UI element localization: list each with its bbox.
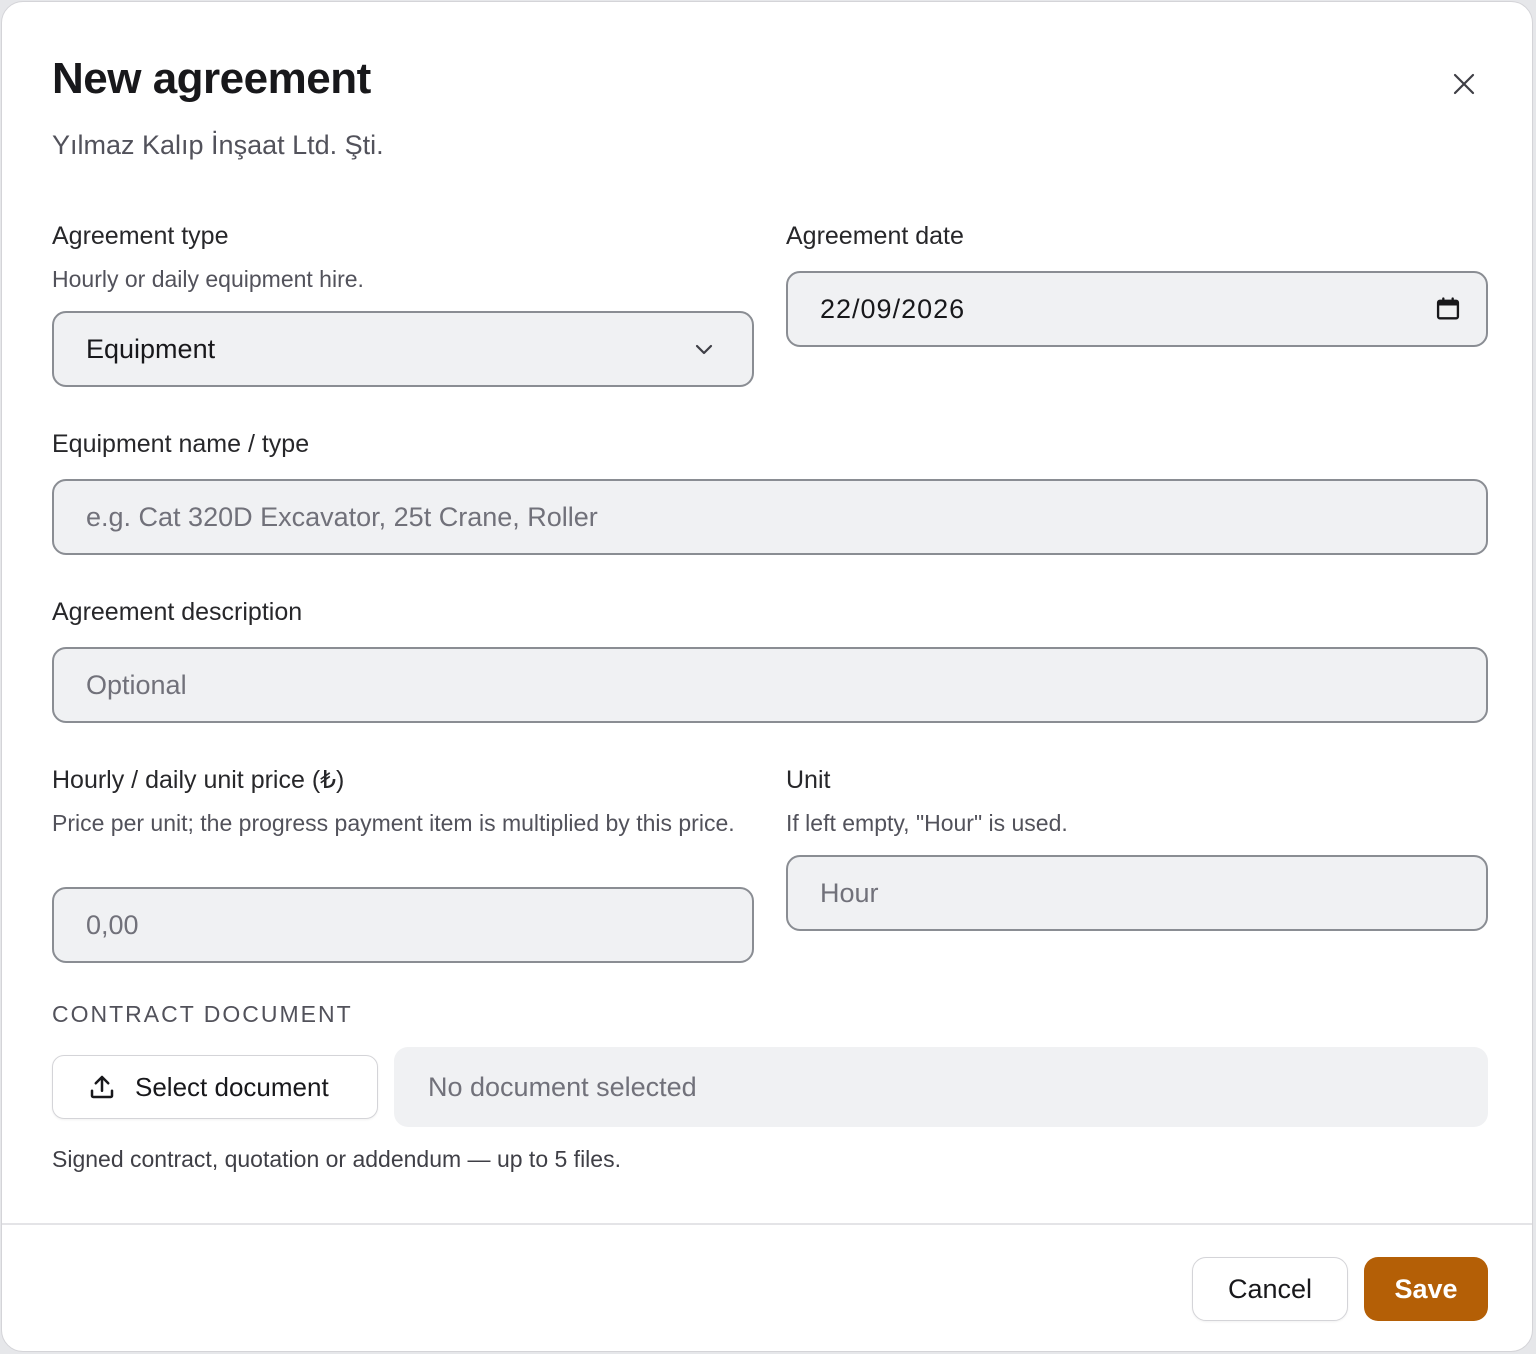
unit-price-hint: Price per unit; the progress payment ite… <box>52 810 735 836</box>
contract-document-heading: CONTRACT DOCUMENT <box>52 1001 353 1027</box>
upload-icon <box>90 1075 114 1099</box>
cancel-button[interactable]: Cancel <box>1192 1257 1348 1321</box>
dialog-title: New agreement <box>52 54 371 103</box>
document-status-text: No document selected <box>428 1071 697 1102</box>
agreement-type-label: Agreement type <box>52 222 229 250</box>
unit-hint: If left empty, "Hour" is used. <box>786 810 1068 836</box>
select-document-label: Select document <box>135 1071 329 1102</box>
unit-placeholder: Hour <box>820 877 879 908</box>
contract-document-hint: Signed contract, quotation or addendum —… <box>52 1146 621 1172</box>
agreement-type-hint: Hourly or daily equipment hire. <box>52 266 364 292</box>
description-label: Agreement description <box>52 598 303 626</box>
unit-label: Unit <box>786 766 831 794</box>
description-placeholder: Optional <box>86 669 187 700</box>
agreement-date-input[interactable]: 22/09/2026 <box>786 271 1488 347</box>
document-status: No document selected <box>394 1047 1488 1127</box>
unit-price-label: Hourly / daily unit price (₺) <box>52 766 345 794</box>
close-icon <box>1453 73 1475 95</box>
unit-price-input[interactable]: 0,00 <box>52 887 754 963</box>
dialog-subtitle: Yılmaz Kalıp İnşaat Ltd. Şti. <box>52 130 384 160</box>
unit-price-placeholder: 0,00 <box>86 909 139 940</box>
description-input[interactable]: Optional <box>52 647 1488 723</box>
footer-divider <box>2 1223 1532 1225</box>
select-document-button[interactable]: Select document <box>52 1055 378 1119</box>
new-agreement-dialog: New agreement Yılmaz Kalıp İnşaat Ltd. Ş… <box>1 1 1533 1352</box>
agreement-type-select[interactable]: Equipment <box>52 311 754 387</box>
calendar-icon[interactable] <box>1434 295 1462 323</box>
unit-input[interactable]: Hour <box>786 855 1488 931</box>
equipment-name-label: Equipment name / type <box>52 430 310 458</box>
agreement-date-label: Agreement date <box>786 222 964 250</box>
equipment-name-placeholder: e.g. Cat 320D Excavator, 25t Crane, Roll… <box>86 501 598 532</box>
chevron-down-icon <box>695 344 713 355</box>
equipment-name-input[interactable]: e.g. Cat 320D Excavator, 25t Crane, Roll… <box>52 479 1488 555</box>
close-button[interactable] <box>1442 62 1486 106</box>
agreement-date-value: 22/09/2026 <box>820 293 966 324</box>
agreement-type-value: Equipment <box>86 333 216 364</box>
save-button[interactable]: Save <box>1364 1257 1488 1321</box>
